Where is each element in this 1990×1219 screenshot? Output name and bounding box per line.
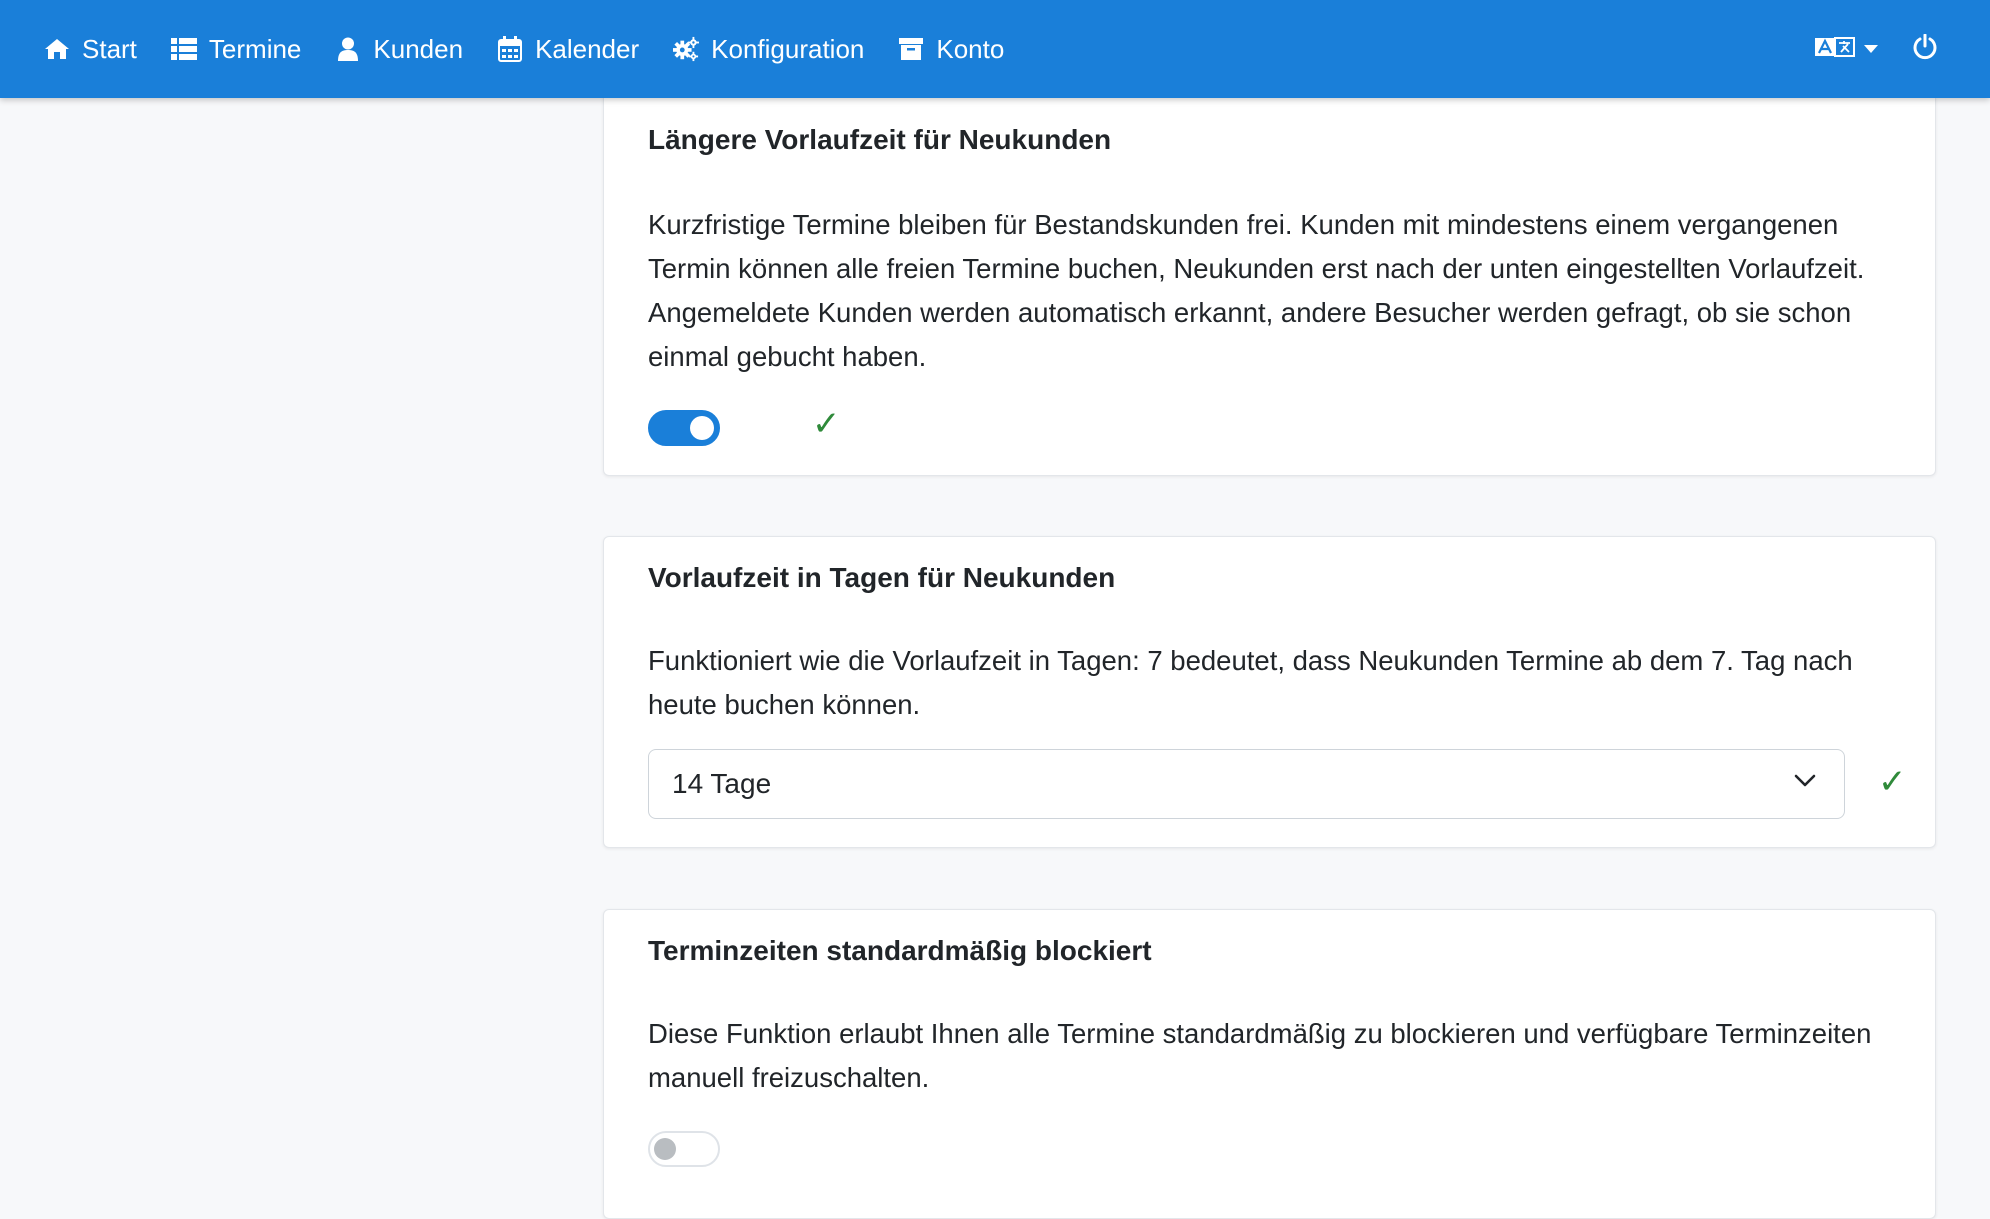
card-title: Terminzeiten standardmäßig blockiert [648,935,1152,966]
blocked-default-toggle[interactable] [648,1131,720,1167]
list-icon [170,36,197,62]
nav-item-label: Kunden [373,33,464,64]
card-title: Längere Vorlaufzeit für Neukunden [648,124,1112,155]
card-description: Funktioniert wie die Vorlaufzeit in Tage… [648,645,1853,720]
main-nav: Start Termine Kunden Kalender Konfigurat… [44,0,1038,98]
nav-item-label: Start [82,33,137,64]
nav-item-konfiguration[interactable]: Konfiguration [673,34,864,65]
nav-item-label: Termine [208,33,302,64]
toggle-knob [654,1138,676,1160]
home-icon [44,36,70,62]
nav-item-konto[interactable]: Konto [898,34,1004,65]
card-description: Diese Funktion erlaubt Ihnen alle Termin… [648,1018,1872,1093]
chevron-down-icon [1794,774,1816,793]
language-dropdown[interactable] [1814,35,1878,64]
nav-item-start[interactable]: Start [44,34,137,65]
select-value: 14 Tage [672,768,772,799]
navbar-right [1814,0,1938,98]
setting-card-lead-days: Vorlaufzeit in Tagen für Neukunden Funkt… [603,536,1936,848]
toggle-knob [690,416,714,440]
top-navbar: Start Termine Kunden Kalender Konfigurat… [0,0,1990,98]
archive-icon [898,36,924,62]
user-icon [335,36,361,62]
lead-days-select[interactable]: 14 Tage [648,749,1845,819]
check-icon: ✓ [812,404,841,444]
nav-item-termine[interactable]: Termine [170,33,302,65]
gears-icon [673,36,700,62]
calendar-icon [497,36,523,62]
nav-item-label: Konfiguration [711,33,865,64]
setting-card-new-customer-lead: Längere Vorlaufzeit für Neukunden Kurzfr… [603,96,1936,476]
nav-item-kunden[interactable]: Kunden [335,34,463,65]
setting-card-blocked-default: Terminzeiten standardmäßig blockiert Die… [603,909,1936,1219]
check-icon: ✓ [1878,762,1907,802]
power-icon [1912,33,1938,65]
nav-item-label: Konto [936,33,1005,64]
nav-item-kalender[interactable]: Kalender [497,34,639,65]
card-description: Kurzfristige Termine bleiben für Bestand… [648,209,1865,372]
logout-button[interactable] [1912,33,1938,65]
card-title: Vorlaufzeit in Tagen für Neukunden [648,562,1116,593]
new-customer-lead-toggle[interactable] [648,410,720,446]
nav-item-label: Kalender [535,33,640,64]
language-icon [1814,35,1856,64]
chevron-down-icon [1864,45,1878,53]
